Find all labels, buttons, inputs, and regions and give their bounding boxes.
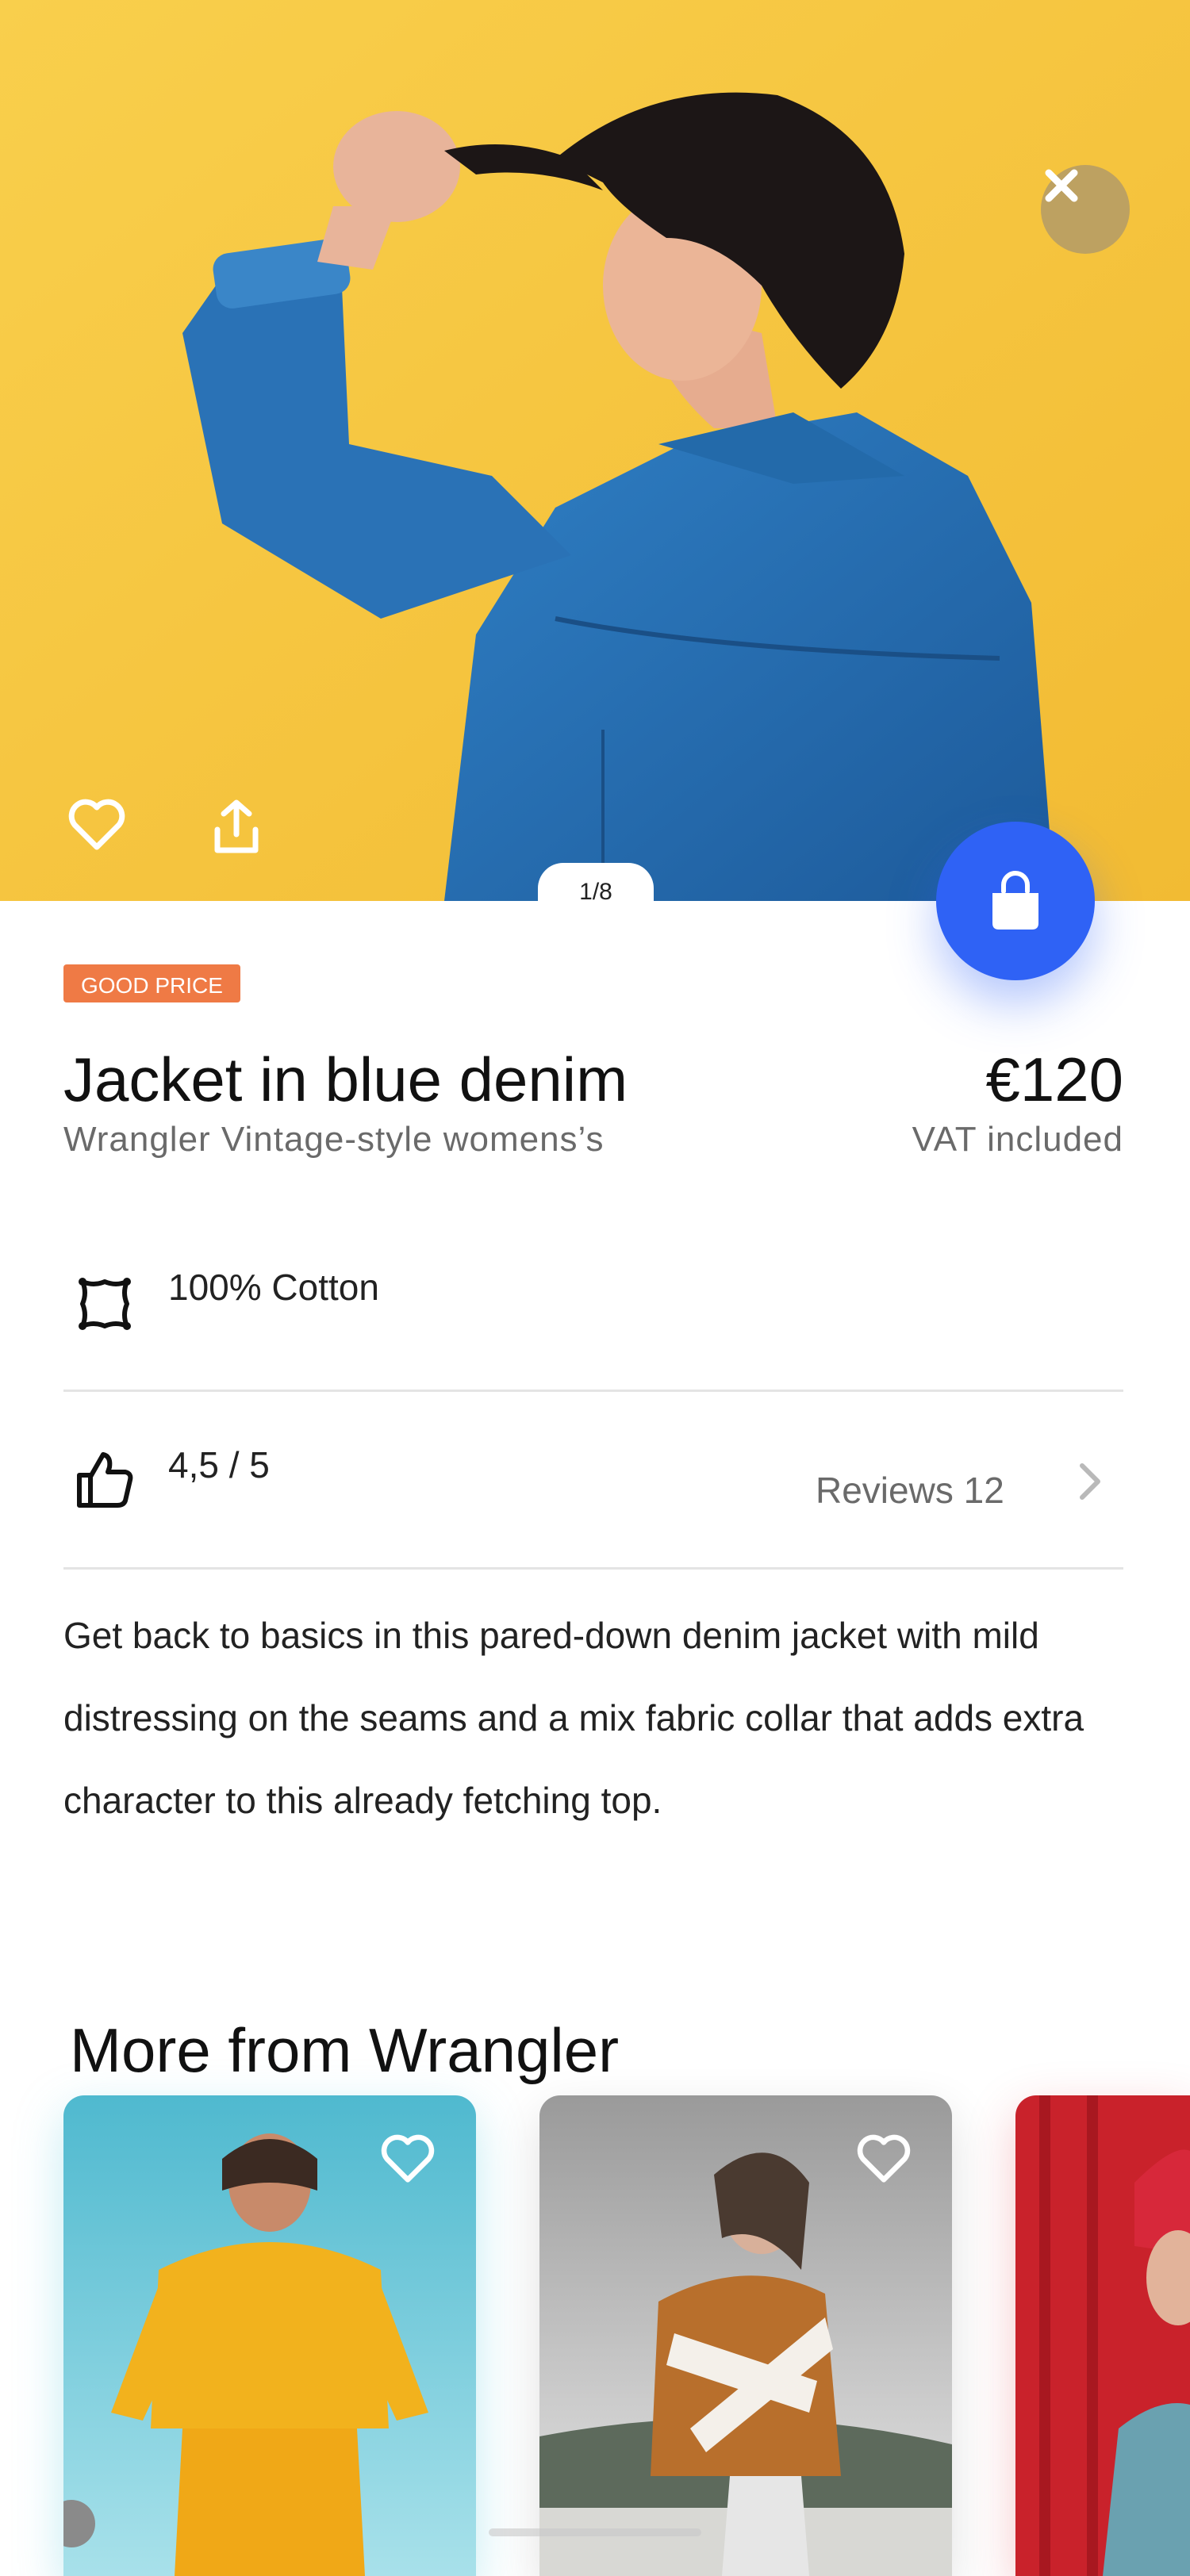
more-from-brand-title: More from Wrangler [70, 2015, 620, 2085]
recommendation-card[interactable] [63, 2095, 476, 2576]
product-hero-image[interactable] [0, 0, 1190, 901]
card-favorite-button[interactable] [855, 2133, 919, 2197]
recommendation-card[interactable] [539, 2095, 952, 2576]
thumbs-up-icon [70, 1443, 140, 1513]
image-pager-indicator: 1/8 [538, 863, 654, 910]
home-indicator [489, 2528, 701, 2536]
recommendation-card[interactable] [1015, 2095, 1190, 2576]
share-button[interactable] [213, 798, 270, 864]
hero-photo [0, 0, 1190, 901]
material-label: 100% Cotton [168, 1267, 379, 1308]
chevron-right-icon [1080, 1463, 1100, 1500]
add-to-bag-button[interactable] [936, 822, 1095, 980]
product-description: Get back to basics in this pared-down de… [63, 1615, 1084, 1821]
heart-outline-icon [857, 2134, 911, 2183]
heart-outline-icon [381, 2134, 435, 2183]
rating-value: 4,5 / 5 [168, 1444, 270, 1485]
product-price: €120 [985, 1045, 1123, 1114]
shopping-bag-icon [992, 871, 1038, 930]
share-upload-icon [214, 799, 259, 853]
red-beanie-photo [1015, 2095, 1190, 2576]
product-subtitle: Wrangler Vintage-style womens’s [63, 1120, 605, 1159]
divider [63, 1567, 1123, 1570]
heart-outline-icon [68, 799, 125, 850]
fabric-swatch-icon [70, 1269, 140, 1339]
divider [63, 1390, 1123, 1392]
vat-note: VAT included [912, 1120, 1123, 1159]
product-title: Jacket in blue denim [63, 1045, 628, 1114]
reviews-link[interactable]: Reviews 12 [816, 1469, 1004, 1512]
good-price-badge: GOOD PRICE [63, 964, 240, 1002]
favorite-button[interactable] [67, 798, 140, 864]
close-button[interactable] [1041, 165, 1130, 254]
card-favorite-button[interactable] [379, 2133, 443, 2197]
reviews-chevron-button[interactable] [1076, 1459, 1104, 1504]
close-icon [1045, 169, 1078, 202]
